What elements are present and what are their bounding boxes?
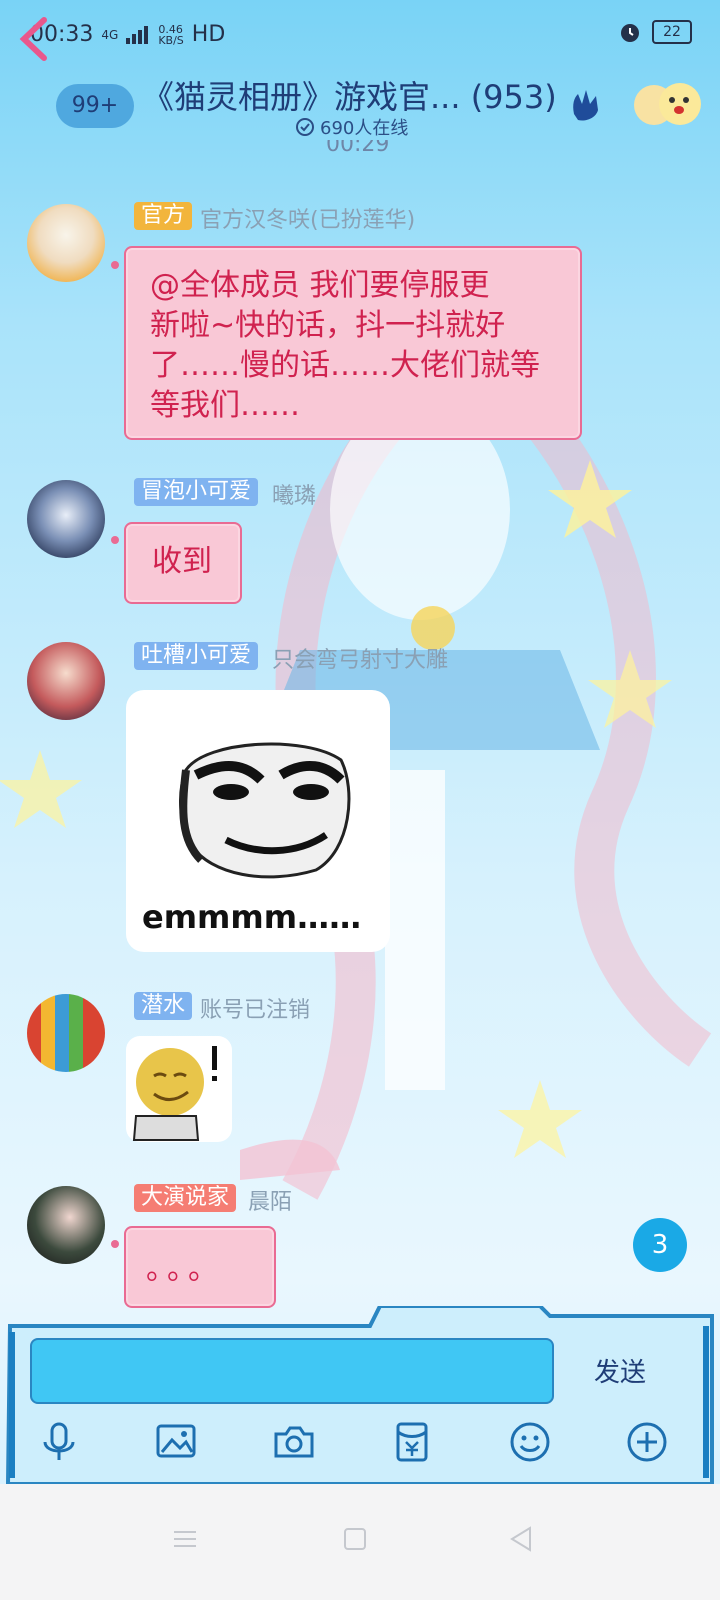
message-text-line: 等我们……: [150, 388, 300, 423]
avatar[interactable]: [27, 480, 105, 558]
member-tag: 潜水: [134, 992, 193, 1020]
check-circle-icon: [296, 118, 314, 136]
hand-gesture-icon[interactable]: [566, 84, 606, 124]
avatar[interactable]: [27, 204, 105, 282]
message-text-line: 新啦~快的话，抖一抖就好: [150, 308, 506, 343]
member-tag: 大演说家: [134, 1184, 237, 1212]
message-bubble[interactable]: @全体成员 我们要停服更 新啦~快的话，抖一抖就好 了……慢的话……大佬们就等 …: [124, 246, 582, 440]
message-text: 收到: [152, 544, 212, 579]
unread-messages-badge[interactable]: 99+: [56, 84, 134, 128]
image-icon[interactable]: [154, 1420, 198, 1464]
red-packet-icon[interactable]: [390, 1420, 434, 1464]
sender-name[interactable]: 账号已注销: [200, 992, 310, 1024]
sticker-message[interactable]: [126, 1036, 232, 1142]
meme-face-image: [179, 742, 351, 879]
smiley-sticker-image: [132, 1046, 217, 1141]
microphone-icon[interactable]: [37, 1420, 81, 1464]
sticker-message[interactable]: emmmm……: [126, 690, 390, 952]
bubble-pin: [111, 261, 119, 269]
bubble-pin: [111, 1240, 119, 1248]
back-icon[interactable]: [506, 1524, 536, 1554]
group-title[interactable]: 《猫灵相册》游戏官... (953): [142, 72, 557, 118]
home-icon[interactable]: [340, 1524, 370, 1554]
online-count-label: 690人在线: [320, 118, 409, 139]
member-tag: 吐槽小可爱: [134, 642, 259, 670]
partial-timestamp: 00:29: [326, 140, 390, 157]
send-button[interactable]: 发送: [594, 1352, 646, 1389]
message-text: 。。。: [146, 1252, 224, 1287]
emoji-icon[interactable]: [508, 1420, 552, 1464]
camera-icon[interactable]: [272, 1420, 316, 1464]
message-input[interactable]: [30, 1338, 554, 1404]
online-count[interactable]: 690人在线: [296, 114, 408, 140]
sender-name[interactable]: 官方汉冬咲(已扮莲华): [200, 202, 415, 234]
message-text-line: @全体成员 我们要停服更: [150, 268, 490, 303]
avatar[interactable]: [27, 1186, 105, 1264]
member-avatars-icon[interactable]: [632, 80, 702, 130]
input-toolbar: [0, 1410, 720, 1474]
battery-icon: 22: [652, 20, 692, 44]
hd-indicator: HD: [191, 22, 226, 47]
signal-icon: [126, 25, 149, 44]
sticker-caption: emmmm……: [142, 898, 362, 936]
sender-name[interactable]: 只会弯弓射寸大雕: [272, 642, 448, 674]
network-indicator: 4G: [101, 27, 119, 42]
system-navigation-bar: [0, 1484, 720, 1600]
plus-icon[interactable]: [625, 1420, 669, 1464]
avatar[interactable]: [27, 642, 105, 720]
new-message-count-bubble[interactable]: 3: [633, 1218, 687, 1272]
sender-name[interactable]: 晨陌: [248, 1184, 292, 1216]
message-bubble[interactable]: 。。。: [124, 1226, 276, 1308]
avatar[interactable]: [27, 994, 105, 1072]
member-tag: 冒泡小可爱: [134, 478, 259, 506]
net-speed: 0.46 KB/S: [158, 22, 184, 47]
alarm-icon: [621, 24, 639, 42]
bubble-pin: [111, 536, 119, 544]
message-bubble[interactable]: 收到: [124, 522, 242, 604]
status-bar: 00:33 4G 0.46 KB/S HD 22: [0, 0, 720, 72]
back-arrow-icon[interactable]: [14, 14, 54, 64]
member-tag: 官方: [134, 202, 193, 230]
sender-name[interactable]: 曦璘: [272, 478, 316, 510]
menu-icon[interactable]: [170, 1524, 200, 1554]
message-text-line: 了……慢的话……大佬们就等: [150, 348, 540, 383]
